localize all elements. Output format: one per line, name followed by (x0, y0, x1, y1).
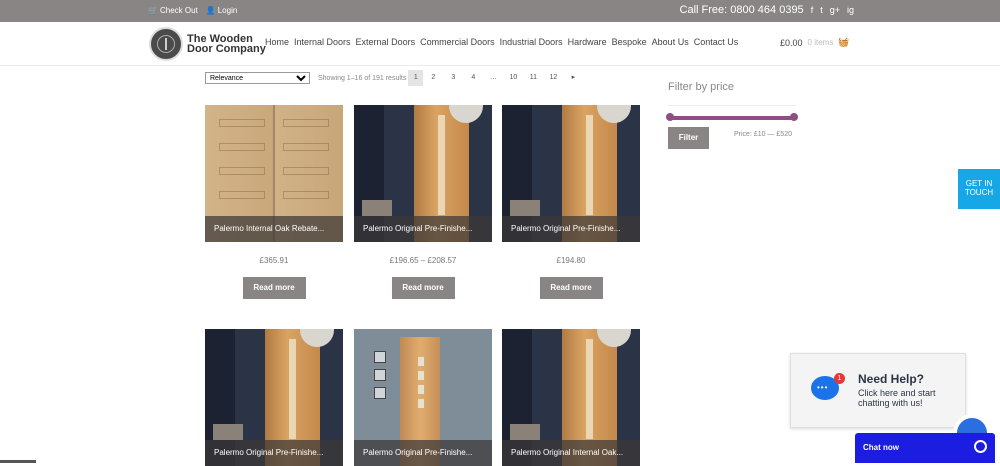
get-in-touch-tab[interactable]: GET IN TOUCH (958, 169, 1000, 209)
page-link[interactable]: 3 (443, 70, 463, 86)
shop-toolbar: Relevance Showing 1–16 of 191 results 1 … (205, 70, 583, 86)
page-link[interactable]: 10 (503, 70, 523, 86)
read-more-button[interactable]: Read more (539, 277, 603, 299)
nav-commercial-doors[interactable]: Commercial Doors (420, 37, 495, 47)
next-page-icon[interactable]: ▸ (563, 70, 583, 86)
cart-total: £0.00 (780, 37, 803, 48)
product-title[interactable]: Palermo Original Internal Oak... (502, 440, 640, 466)
basket-icon: 🧺 (838, 37, 850, 47)
chat-now-label: Chat now (863, 443, 899, 452)
product-title[interactable]: Palermo Original Pre-Finishe... (205, 440, 343, 466)
facebook-icon[interactable]: f (811, 5, 814, 15)
product-price: £365.91 (259, 256, 289, 265)
notification-badge: 1 (834, 373, 845, 384)
nav-home[interactable]: Home (265, 37, 289, 47)
product-title[interactable]: Palermo Internal Oak Rebate... (205, 216, 343, 242)
logo[interactable]: The Wooden Door Company (149, 27, 266, 61)
nav-external-doors[interactable]: External Doors (356, 37, 416, 47)
read-more-button[interactable]: Read more (391, 277, 455, 299)
filter-button[interactable]: Filter (668, 127, 709, 149)
product-card[interactable]: Palermo Internal Oak Rebate... £365.91 R… (205, 105, 343, 299)
user-icon: 👤 (205, 6, 216, 15)
header-cart[interactable]: £0.00 0 items 🧺 (780, 37, 850, 48)
logo-mark (149, 27, 183, 61)
nav-about-us[interactable]: About Us (652, 37, 689, 47)
nav-industrial-doors[interactable]: Industrial Doors (500, 37, 563, 47)
main-nav: Home Internal Doors External Doors Comme… (265, 37, 738, 47)
nav-bespoke[interactable]: Bespoke (612, 37, 647, 47)
sort-select[interactable]: Relevance (205, 72, 310, 84)
price-slider[interactable] (666, 113, 798, 121)
product-title[interactable]: Palermo Original Pre-Finishe... (354, 216, 492, 242)
page-link[interactable]: 4 (463, 70, 483, 86)
checkout-link[interactable]: 🛒 Check Out (148, 6, 198, 15)
header: The Wooden Door Company Home Internal Do… (0, 22, 1000, 66)
login-link[interactable]: 👤 Login (206, 6, 238, 15)
product-image[interactable]: Palermo Original Pre-Finishe... (205, 329, 343, 466)
product-card[interactable]: Palermo Original Pre-Finishe... (205, 329, 343, 466)
page-link[interactable]: 11 (523, 70, 543, 86)
help-text: Click here and start chatting with us! (858, 388, 936, 408)
product-image[interactable]: Palermo Original Pre-Finishe... (354, 105, 492, 242)
page-current: 1 (408, 70, 424, 86)
help-title: Need Help? (858, 372, 925, 386)
pagination: 1 2 3 4 … 10 11 12 ▸ (408, 70, 583, 86)
chat-icon (974, 440, 987, 453)
cart-items: 0 items (807, 38, 834, 47)
product-image[interactable]: Palermo Original Pre-Finishe... (354, 329, 492, 466)
product-price: £196.65 – £208.57 (389, 256, 457, 265)
price-range-label: Price: £10 — £520 (734, 131, 792, 138)
product-title[interactable]: Palermo Original Pre-Finishe... (502, 216, 640, 242)
nav-hardware[interactable]: Hardware (568, 37, 607, 47)
result-count: Showing 1–16 of 191 results (318, 74, 407, 82)
product-title[interactable]: Palermo Original Pre-Finishe... (354, 440, 492, 466)
twitter-icon[interactable]: t (820, 5, 823, 15)
nav-internal-doors[interactable]: Internal Doors (294, 37, 351, 47)
page-link[interactable]: 2 (423, 70, 443, 86)
slider-min-handle[interactable] (666, 113, 674, 121)
product-image[interactable]: Palermo Original Internal Oak... (502, 329, 640, 466)
help-widget[interactable]: ••• 1 Need Help? Click here and start ch… (790, 353, 966, 428)
product-card[interactable]: Palermo Original Internal Oak... (502, 329, 640, 466)
filter-divider (668, 105, 796, 106)
read-more-button[interactable]: Read more (242, 277, 306, 299)
top-bar: 🛒 Check Out 👤 Login Call Free: 0800 464 … (0, 0, 1000, 22)
phone-number: Call Free: 0800 464 0395 (679, 4, 804, 16)
product-card[interactable]: Palermo Original Pre-Finishe... (354, 329, 492, 466)
product-card[interactable]: Palermo Original Pre-Finishe... £194.80 … (502, 105, 640, 299)
nav-contact-us[interactable]: Contact Us (694, 37, 739, 47)
google-plus-icon[interactable]: g+ (830, 5, 840, 15)
slider-max-handle[interactable] (790, 113, 798, 121)
product-card[interactable]: Palermo Original Pre-Finishe... £196.65 … (354, 105, 492, 299)
product-image[interactable]: Palermo Original Pre-Finishe... (502, 105, 640, 242)
instagram-icon[interactable]: ig (847, 5, 854, 15)
page-ellipsis: … (489, 74, 497, 81)
chat-now-bar[interactable]: Chat now (855, 433, 995, 463)
page-link[interactable]: 12 (543, 70, 563, 86)
logo-line-2: Door Company (187, 43, 266, 55)
product-image[interactable]: Palermo Internal Oak Rebate... (205, 105, 343, 242)
product-price: £194.80 (556, 256, 586, 265)
filter-title: Filter by price (668, 81, 735, 93)
cart-icon: 🛒 (148, 6, 158, 15)
